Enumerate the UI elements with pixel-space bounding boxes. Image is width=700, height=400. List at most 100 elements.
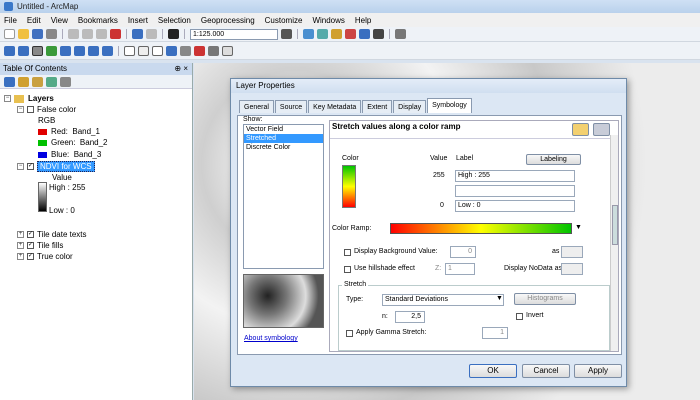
arctoolbox-icon[interactable] xyxy=(359,29,370,39)
paste-icon[interactable] xyxy=(96,29,107,39)
print-icon[interactable] xyxy=(46,29,57,39)
open-folder-icon[interactable] xyxy=(18,29,29,39)
menu-geoprocessing[interactable]: Geoprocessing xyxy=(201,16,255,25)
middle-label-input[interactable] xyxy=(455,185,575,197)
toc-pin-close-icon[interactable]: ⊕ × xyxy=(174,63,188,75)
menu-customize[interactable]: Customize xyxy=(265,16,303,25)
high-label-input[interactable]: High : 255 xyxy=(455,170,575,182)
ndvi-layer-label[interactable]: NDVI for WCS xyxy=(37,161,95,172)
symbology-scrollbar[interactable] xyxy=(610,135,618,351)
n-value-input[interactable]: 2,5 xyxy=(395,311,425,323)
full-extent-icon[interactable] xyxy=(46,45,57,56)
tile-date-checkbox[interactable]: ✓ xyxy=(27,231,34,238)
add-data-icon[interactable] xyxy=(168,29,179,39)
toc-true-color-row[interactable]: + ✓ True color xyxy=(17,252,73,261)
pan-icon[interactable] xyxy=(32,45,43,56)
menu-help[interactable]: Help xyxy=(355,16,371,25)
menu-view[interactable]: View xyxy=(51,16,68,25)
forward-extent-icon[interactable] xyxy=(102,45,113,56)
list-by-visibility-icon[interactable] xyxy=(32,76,43,87)
select-features-icon[interactable] xyxy=(124,45,135,56)
undo-icon[interactable] xyxy=(132,29,143,39)
show-item-stretched[interactable]: Stretched xyxy=(244,134,323,143)
table-of-contents-icon[interactable] xyxy=(317,29,328,39)
ok-button[interactable]: OK xyxy=(469,364,517,378)
measure-icon[interactable] xyxy=(208,45,219,56)
scale-dropdown-icon[interactable] xyxy=(281,29,292,39)
toc-layers-row[interactable]: − Layers xyxy=(4,94,54,103)
list-by-selection-icon[interactable] xyxy=(46,76,57,87)
show-item-discrete-color[interactable]: Discrete Color xyxy=(244,143,323,152)
about-symbology-link[interactable]: About symbology xyxy=(244,335,298,342)
tab-extent[interactable]: Extent xyxy=(362,100,393,113)
map-scale-input[interactable]: 1:125.000 xyxy=(190,28,278,40)
tab-source[interactable]: Source xyxy=(274,100,308,113)
toc-tile-date-row[interactable]: + ✓ Tile date texts xyxy=(17,230,87,239)
display-background-checkbox[interactable] xyxy=(344,249,351,256)
cut-icon[interactable] xyxy=(68,29,79,39)
tab-display[interactable]: Display xyxy=(393,100,427,113)
menu-insert[interactable]: Insert xyxy=(128,16,148,25)
ndvi-checkbox[interactable]: ✓ xyxy=(27,163,34,170)
scrollbar-thumb[interactable] xyxy=(612,205,618,245)
true-color-checkbox[interactable]: ✓ xyxy=(27,253,34,260)
model-builder-icon[interactable] xyxy=(395,29,406,39)
fixed-zoom-in-icon[interactable] xyxy=(60,45,71,56)
back-extent-icon[interactable] xyxy=(88,45,99,56)
tab-general[interactable]: General xyxy=(239,100,274,113)
background-color-picker[interactable] xyxy=(561,246,583,258)
color-ramp-chevron-down-icon[interactable]: ▼ xyxy=(575,224,582,231)
save-symbology-button[interactable] xyxy=(593,123,610,136)
stretch-type-chevron-down-icon[interactable]: ▼ xyxy=(496,295,503,302)
menu-selection[interactable]: Selection xyxy=(158,16,191,25)
python-window-icon[interactable] xyxy=(373,29,384,39)
toc-tile-fills-row[interactable]: + ✓ Tile fills xyxy=(17,241,63,250)
editor-toolbar-icon[interactable] xyxy=(303,29,314,39)
hillshade-checkbox[interactable] xyxy=(344,266,351,273)
clear-selection-icon[interactable] xyxy=(138,45,149,56)
menu-edit[interactable]: Edit xyxy=(27,16,41,25)
find-icon[interactable] xyxy=(180,45,191,56)
menu-bookmarks[interactable]: Bookmarks xyxy=(78,16,118,25)
collapse-icon[interactable]: − xyxy=(4,95,11,102)
gamma-stretch-checkbox[interactable] xyxy=(346,330,353,337)
expand-icon[interactable]: + xyxy=(17,242,24,249)
save-icon[interactable] xyxy=(32,29,43,39)
stretch-type-select[interactable]: Standard Deviations xyxy=(382,294,504,306)
list-by-drawing-order-icon[interactable] xyxy=(4,76,15,87)
gamma-value-input[interactable]: 1 xyxy=(482,327,508,339)
zoom-in-icon[interactable] xyxy=(4,45,15,56)
collapse-icon[interactable]: − xyxy=(17,163,24,170)
copy-icon[interactable] xyxy=(82,29,93,39)
tab-key-metadata[interactable]: Key Metadata xyxy=(308,100,362,113)
fixed-zoom-out-icon[interactable] xyxy=(74,45,85,56)
menu-file[interactable]: File xyxy=(4,16,17,25)
low-label-input[interactable]: Low : 0 xyxy=(455,200,575,212)
tile-fills-checkbox[interactable]: ✓ xyxy=(27,242,34,249)
delete-icon[interactable] xyxy=(110,29,121,39)
menu-windows[interactable]: Windows xyxy=(312,16,344,25)
zoom-out-icon[interactable] xyxy=(18,45,29,56)
invert-checkbox[interactable] xyxy=(516,313,523,320)
html-popup-icon[interactable] xyxy=(222,45,233,56)
select-elements-icon[interactable] xyxy=(152,45,163,56)
false-color-checkbox[interactable] xyxy=(27,106,34,113)
go-to-xy-icon[interactable] xyxy=(194,45,205,56)
search-window-icon[interactable] xyxy=(345,29,356,39)
tab-symbology[interactable]: Symbology xyxy=(427,98,472,113)
identify-icon[interactable] xyxy=(166,45,177,56)
show-item-vector-field[interactable]: Vector Field xyxy=(244,125,323,134)
toc-options-icon[interactable] xyxy=(60,76,71,87)
expand-icon[interactable]: + xyxy=(17,253,24,260)
toc-ndvi-row[interactable]: − ✓ NDVI for WCS xyxy=(17,161,95,172)
apply-button[interactable]: Apply xyxy=(574,364,622,378)
catalog-icon[interactable] xyxy=(331,29,342,39)
expand-icon[interactable]: + xyxy=(17,231,24,238)
labeling-button[interactable]: Labeling xyxy=(526,154,581,165)
z-factor-input[interactable]: 1 xyxy=(445,263,475,275)
redo-icon[interactable] xyxy=(146,29,157,39)
list-by-source-icon[interactable] xyxy=(18,76,29,87)
new-document-icon[interactable] xyxy=(4,29,15,39)
color-ramp-dropdown[interactable] xyxy=(390,223,572,234)
cancel-button[interactable]: Cancel xyxy=(522,364,570,378)
